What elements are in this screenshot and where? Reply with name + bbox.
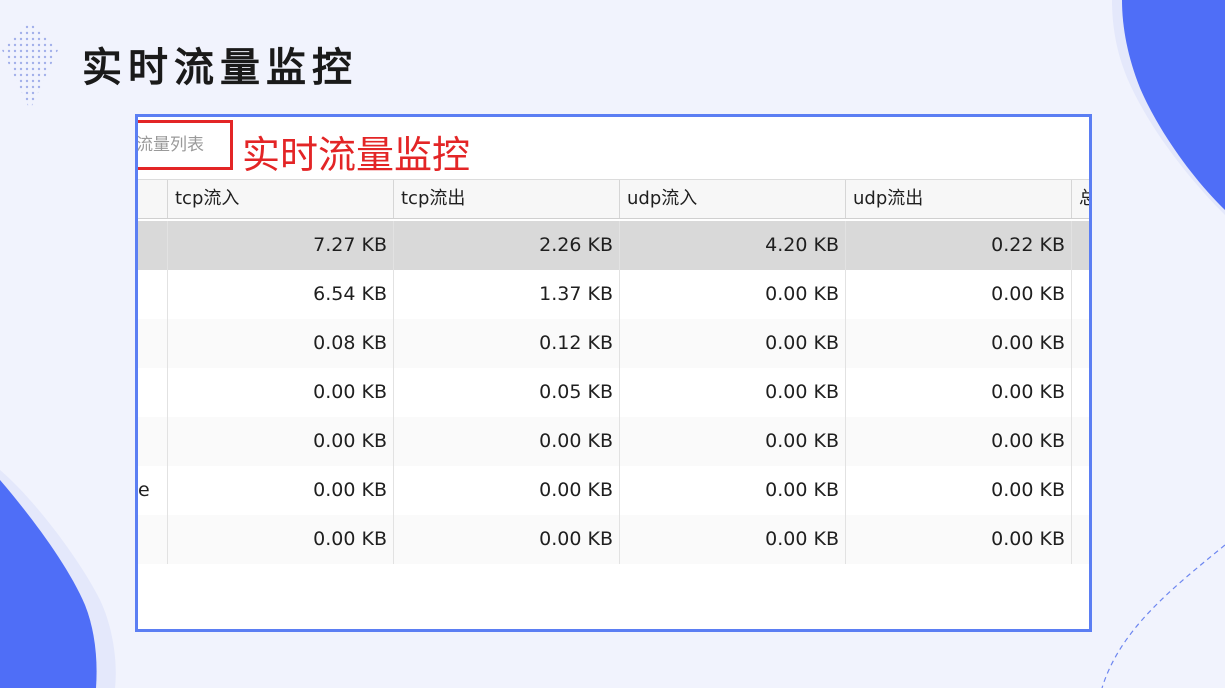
traffic-list-tab[interactable]: 流量列表 [138,120,233,170]
corner-accent-top-right [1122,0,1225,210]
table-row[interactable]: 0.00 KB 0.00 KB 0.00 KB 0.00 KB [138,417,1089,466]
tcp-in-value: 0.00 KB [167,368,393,417]
total-value [1071,515,1089,564]
tcp-out-value: 2.26 KB [393,221,619,270]
tcp-in-value: 6.54 KB [167,270,393,319]
udp-out-value: 0.00 KB [845,417,1071,466]
total-value [1071,319,1089,368]
process-name [138,515,168,564]
traffic-monitor-screenshot: 流量列表 实时流量监控 tcp流入 tcp流出 udp流入 udp流出 总 7.… [135,114,1092,632]
udp-out-value: 0.00 KB [845,319,1071,368]
column-header-udp-in[interactable]: udp流入 [619,180,845,218]
total-value [1071,417,1089,466]
tcp-out-value: 0.00 KB [393,515,619,564]
total-value [1071,221,1089,270]
udp-in-value: 0.00 KB [619,515,845,564]
table-header: tcp流入 tcp流出 udp流入 udp流出 总 [138,179,1089,219]
tcp-in-value: 0.00 KB [167,417,393,466]
process-name [138,221,168,270]
total-value [1071,466,1089,515]
tcp-out-value: 0.00 KB [393,417,619,466]
table-row[interactable]: 0.00 KB 0.00 KB 0.00 KB 0.00 KB [138,515,1089,564]
udp-in-value: 0.00 KB [619,466,845,515]
total-value [1071,368,1089,417]
process-name [138,417,168,466]
udp-in-value: 4.20 KB [619,221,845,270]
table-row[interactable]: 0.00 KB 0.05 KB 0.00 KB 0.00 KB [138,368,1089,417]
udp-in-value: 0.00 KB [619,368,845,417]
slide-title: 实时流量监控 [82,45,358,91]
process-name [138,270,168,319]
udp-in-value: 0.00 KB [619,319,845,368]
process-name [138,319,168,368]
column-header-total[interactable]: 总 [1071,180,1089,218]
table-row[interactable]: 7.27 KB 2.26 KB 4.20 KB 0.22 KB [138,221,1089,270]
column-header-udp-out[interactable]: udp流出 [845,180,1071,218]
column-header-tcp-in[interactable]: tcp流入 [167,180,393,218]
udp-out-value: 0.00 KB [845,368,1071,417]
udp-in-value: 0.00 KB [619,270,845,319]
dotted-decoration [2,22,58,110]
tcp-out-value: 0.12 KB [393,319,619,368]
udp-out-value: 0.22 KB [845,221,1071,270]
tcp-out-value: 0.05 KB [393,368,619,417]
tcp-in-value: 0.00 KB [167,515,393,564]
annotation-label: 实时流量监控 [242,133,471,177]
table-row[interactable]: 0.08 KB 0.12 KB 0.00 KB 0.00 KB [138,319,1089,368]
udp-out-value: 0.00 KB [845,270,1071,319]
column-header-tcp-out[interactable]: tcp流出 [393,180,619,218]
udp-in-value: 0.00 KB [619,417,845,466]
tcp-in-value: 7.27 KB [167,221,393,270]
table-row[interactable]: e 0.00 KB 0.00 KB 0.00 KB 0.00 KB [138,466,1089,515]
process-name [138,368,168,417]
udp-out-value: 0.00 KB [845,466,1071,515]
table-row[interactable]: 6.54 KB 1.37 KB 0.00 KB 0.00 KB [138,270,1089,319]
tcp-in-value: 0.08 KB [167,319,393,368]
dashed-curve [1101,544,1225,688]
tcp-in-value: 0.00 KB [167,466,393,515]
udp-out-value: 0.00 KB [845,515,1071,564]
total-value [1071,270,1089,319]
tcp-out-value: 1.37 KB [393,270,619,319]
process-name: e [138,479,150,501]
tcp-out-value: 0.00 KB [393,466,619,515]
